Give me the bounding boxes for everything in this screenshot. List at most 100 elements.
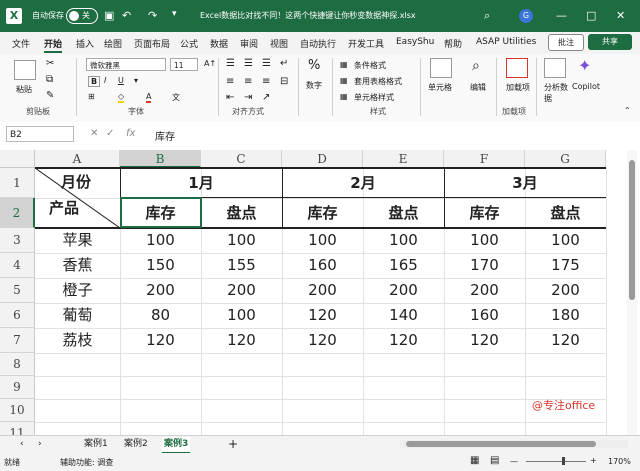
value-cell[interactable]: 165 [363,253,444,278]
percent-icon[interactable]: % [308,58,320,73]
zoom-in-icon[interactable]: + [590,456,597,465]
value-cell[interactable]: 100 [444,228,525,253]
close-icon[interactable]: ✕ [616,9,625,22]
column-header-g[interactable]: G [525,150,606,168]
undo-icon[interactable]: ↶ [122,9,131,22]
horizontal-scrollbar[interactable] [400,440,628,448]
font-name-box[interactable]: 微软雅黑 [86,58,166,71]
redo-icon[interactable]: ↷ [148,9,157,22]
cut-icon[interactable]: ✂ [46,58,54,69]
zoom-level[interactable]: 170% [608,457,631,466]
value-cell[interactable]: 150 [120,253,201,278]
analyze-data-icon[interactable] [544,58,566,78]
accessibility-status[interactable]: 辅助功能: 调查 [60,457,113,468]
month-header[interactable]: 3月 [444,168,606,198]
scroll-thumb[interactable] [406,441,596,447]
menu-data[interactable]: 数据 [210,37,228,50]
function-icon[interactable]: fx [126,128,135,139]
increase-indent-icon[interactable]: ⇥ [244,92,252,103]
row-header-2[interactable]: 2 [0,198,35,228]
normal-view-icon[interactable]: ▦ [470,455,479,466]
align-middle-icon[interactable]: ☰ [244,58,253,69]
select-all-corner[interactable] [0,150,35,168]
row-header-8[interactable]: 8 [0,353,35,376]
formula-content[interactable]: 库存 [155,128,175,143]
border-icon[interactable]: ⊞ [88,92,95,101]
menu-help[interactable]: 帮助 [444,37,462,50]
menu-formulas[interactable]: 公式 [180,37,198,50]
align-right-icon[interactable]: ≡ [262,76,270,87]
align-top-icon[interactable]: ☰ [226,58,235,69]
autosave-toggle[interactable]: 关 [66,8,98,24]
enter-icon[interactable]: ✓ [106,128,114,139]
menu-file[interactable]: 文件 [12,37,30,50]
number-label[interactable]: 数字 [306,80,322,91]
add-sheet-icon[interactable]: + [226,437,240,452]
subheader-cell[interactable]: 库存 [444,198,525,228]
row-header-6[interactable]: 6 [0,303,35,328]
analyze-data-label[interactable]: 分析数据 [544,82,568,104]
wrap-text-icon[interactable]: ↵ [280,58,288,69]
conditional-format-button[interactable]: 条件格式 [354,60,386,71]
value-cell[interactable]: 120 [120,328,201,353]
column-header-d[interactable]: D [282,150,363,168]
row-header-11[interactable]: 11 [0,422,35,435]
active-cell-selection[interactable] [120,197,202,228]
menu-easyshu[interactable]: EasyShu [396,37,434,47]
minimize-icon[interactable]: — [556,9,567,22]
menu-developer[interactable]: 开发工具 [348,37,384,50]
next-sheet-icon[interactable]: › [36,437,44,452]
column-header-b[interactable]: B [120,150,201,168]
menu-home[interactable]: 开始 [44,37,63,53]
value-cell[interactable]: 180 [525,303,606,328]
table-format-button[interactable]: 套用表格格式 [354,76,402,87]
product-name-cell[interactable]: 香蕉 [35,253,120,278]
customize-toolbar-icon[interactable]: ▾ [172,9,177,19]
value-cell[interactable]: 200 [201,278,282,303]
sheet-tab-3[interactable]: 案例3 [162,437,191,454]
row-header-5[interactable]: 5 [0,278,35,303]
column-header-c[interactable]: C [201,150,282,168]
value-cell[interactable]: 100 [201,228,282,253]
menu-automate[interactable]: 自动执行 [300,37,336,50]
subheader-cell[interactable]: 盘点 [363,198,444,228]
row-header-3[interactable]: 3 [0,228,35,253]
collapse-ribbon-icon[interactable]: ⌃ [624,106,631,115]
addins-icon[interactable] [506,58,528,78]
value-cell[interactable]: 200 [525,278,606,303]
decrease-indent-icon[interactable]: ⇤ [226,92,234,103]
search-icon[interactable]: ⌕ [484,9,490,23]
underline-dropdown-icon[interactable]: ▾ [134,76,138,85]
save-icon[interactable]: ▣ [104,9,114,22]
row-header-4[interactable]: 4 [0,253,35,278]
grow-font-icon[interactable]: A↑ [204,59,216,68]
subheader-cell[interactable]: 盘点 [201,198,282,228]
value-cell[interactable]: 140 [363,303,444,328]
menu-draw[interactable]: 绘图 [104,37,122,50]
scroll-thumb[interactable] [629,160,635,300]
menu-view[interactable]: 视图 [270,37,288,50]
zoom-slider[interactable] [526,461,586,462]
value-cell[interactable]: 160 [282,253,363,278]
value-cell[interactable]: 120 [444,328,525,353]
value-cell[interactable]: 100 [363,228,444,253]
value-cell[interactable]: 160 [444,303,525,328]
column-header-f[interactable]: F [444,150,525,168]
page-layout-view-icon[interactable]: ▤ [490,455,499,466]
subheader-cell[interactable]: 盘点 [525,198,606,228]
value-cell[interactable]: 120 [282,303,363,328]
product-name-cell[interactable]: 苹果 [35,228,120,253]
bold-icon[interactable]: B [88,76,101,87]
value-cell[interactable]: 170 [444,253,525,278]
value-cell[interactable]: 120 [363,328,444,353]
sheet-tab-2[interactable]: 案例2 [122,437,150,452]
menu-page-layout[interactable]: 页面布局 [134,37,170,50]
product-name-cell[interactable]: 荔枝 [35,328,120,353]
row-header-10[interactable]: 10 [0,399,35,422]
cell-style-button[interactable]: 单元格样式 [354,92,394,103]
font-color-icon[interactable]: A [146,92,152,103]
column-header-a[interactable]: A [35,150,120,168]
zoom-out-icon[interactable]: — [510,457,518,466]
maximize-icon[interactable]: □ [586,9,596,22]
value-cell[interactable]: 200 [120,278,201,303]
